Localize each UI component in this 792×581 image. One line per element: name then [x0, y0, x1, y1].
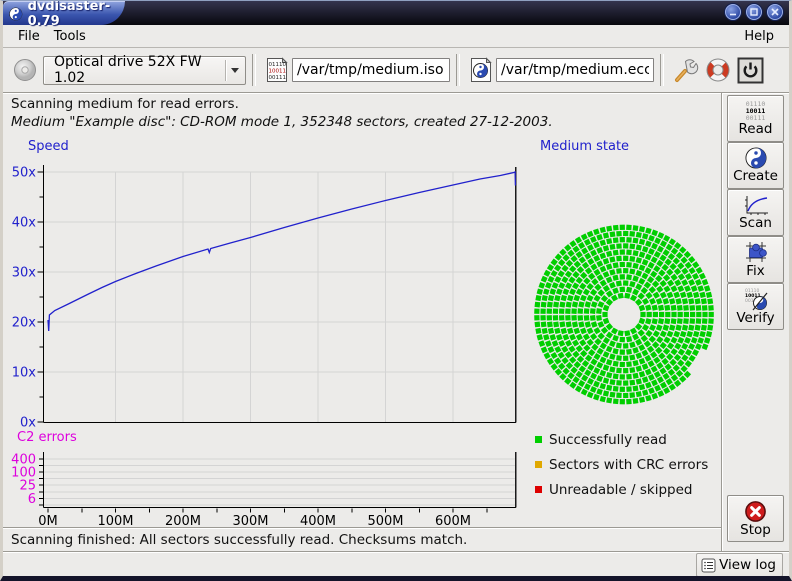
chevron-down-icon: [226, 68, 245, 73]
preferences-button[interactable]: [673, 57, 699, 83]
yinyang-icon: [745, 147, 767, 169]
chart-region: Speed Medium state C2 errors 0x10x20x30x…: [3, 135, 721, 527]
legend-label: Sectors with CRC errors: [549, 457, 708, 473]
drive-selector[interactable]: Optical drive 52X FW 1.02: [43, 56, 246, 85]
title-tab: dvdisaster-0.79: [3, 1, 125, 25]
svg-text:600M: 600M: [435, 514, 471, 527]
svg-text:40x: 40x: [12, 216, 37, 231]
view-log-label: View log: [719, 557, 776, 573]
svg-text:200M: 200M: [165, 514, 201, 527]
medium-state-disc: [534, 225, 714, 405]
binary-rows-icon: 01110 10011 00111: [746, 101, 766, 122]
main-area: Scanning medium for read errors. Medium …: [3, 93, 721, 551]
read-button[interactable]: 01110 10011 00111 Read: [727, 95, 784, 142]
legend-swatch-green: [535, 436, 542, 443]
fix-button[interactable]: Fix: [727, 236, 784, 283]
ecc-file-button[interactable]: [469, 57, 493, 83]
ecc-path-input[interactable]: [496, 58, 654, 82]
scan-result-status: Scanning finished: All sectors successfu…: [3, 527, 721, 551]
legend-swatch-yellow: [535, 461, 542, 468]
svg-text:0M: 0M: [38, 514, 58, 527]
app-window: dvdisaster-0.79 File Tools Help: [0, 0, 792, 581]
action-panel: 01110 10011 00111 Read Create: [721, 93, 789, 551]
scan-button[interactable]: Scan: [727, 189, 784, 236]
svg-text:01110: 01110: [269, 62, 287, 68]
legend-item-read: Successfully read: [535, 427, 708, 452]
quit-button[interactable]: [737, 57, 764, 84]
window-title: dvdisaster-0.79: [28, 0, 125, 29]
close-button[interactable]: [767, 4, 783, 20]
toolbar-separator: [456, 54, 460, 86]
maximize-button[interactable]: [746, 4, 762, 20]
minimize-icon: [728, 7, 738, 17]
svg-text:100M: 100M: [97, 514, 133, 527]
svg-text:10011: 10011: [269, 69, 287, 75]
svg-text:500M: 500M: [367, 514, 403, 527]
verify-button[interactable]: 01110 10011 00111 Verify: [727, 283, 784, 330]
iso-path-input[interactable]: [292, 58, 450, 82]
minimize-button[interactable]: [725, 4, 741, 20]
ecc-file-icon: [469, 57, 493, 83]
log-list-icon: [701, 558, 716, 573]
legend-item-crc: Sectors with CRC errors: [535, 452, 708, 477]
drive-selector-value: Optical drive 52X FW 1.02: [44, 54, 225, 86]
medium-state-legend: Successfully read Sectors with CRC error…: [535, 427, 708, 502]
legend-label: Successfully read: [549, 432, 667, 448]
app-logo-yinyang-icon: [9, 6, 23, 22]
svg-text:20x: 20x: [12, 316, 37, 331]
view-log-button[interactable]: View log: [696, 553, 783, 577]
svg-text:400M: 400M: [300, 514, 336, 527]
medium-info: Medium "Example disc": CD-ROM mode 1, 35…: [11, 114, 721, 130]
legend-label: Unreadable / skipped: [549, 482, 692, 498]
menu-help[interactable]: Help: [737, 27, 781, 46]
stop-icon: [744, 500, 767, 523]
power-icon: [737, 57, 764, 84]
help-button[interactable]: [705, 57, 731, 83]
menu-file[interactable]: File: [11, 27, 47, 46]
iso-file-icon: 01110 10011 00111: [265, 57, 289, 83]
verify-icon: 01110 10011 00111: [743, 287, 769, 311]
drive-button[interactable]: [13, 58, 37, 82]
wrench-icon: [673, 57, 699, 83]
svg-text:50x: 50x: [12, 166, 37, 181]
toolbar-separator: [252, 54, 256, 86]
menu-tools[interactable]: Tools: [47, 27, 93, 46]
close-icon: [770, 7, 780, 17]
svg-text:6: 6: [28, 492, 36, 507]
toolbar-separator: [660, 54, 664, 86]
maximize-icon: [749, 7, 759, 17]
legend-item-unreadable: Unreadable / skipped: [535, 477, 708, 502]
scan-curve-icon: [743, 195, 769, 216]
svg-text:30x: 30x: [12, 266, 37, 281]
svg-text:00111: 00111: [269, 75, 287, 81]
puzzle-icon: [744, 240, 768, 264]
stop-button[interactable]: Stop: [727, 495, 784, 542]
titlebar: dvdisaster-0.79: [3, 1, 789, 25]
legend-swatch-red: [535, 486, 542, 493]
svg-text:0x: 0x: [20, 416, 36, 431]
svg-text:10x: 10x: [12, 366, 37, 381]
toolbar: Optical drive 52X FW 1.02 01110 10011 00…: [3, 48, 789, 93]
svg-text:300M: 300M: [232, 514, 268, 527]
footer-bar: View log: [3, 551, 789, 578]
iso-file-button[interactable]: 01110 10011 00111: [265, 57, 289, 83]
create-button[interactable]: Create: [727, 142, 784, 189]
status-headline: Scanning medium for read errors.: [11, 96, 721, 112]
cd-drive-icon: [13, 58, 37, 82]
lifebelt-icon: [705, 57, 731, 83]
